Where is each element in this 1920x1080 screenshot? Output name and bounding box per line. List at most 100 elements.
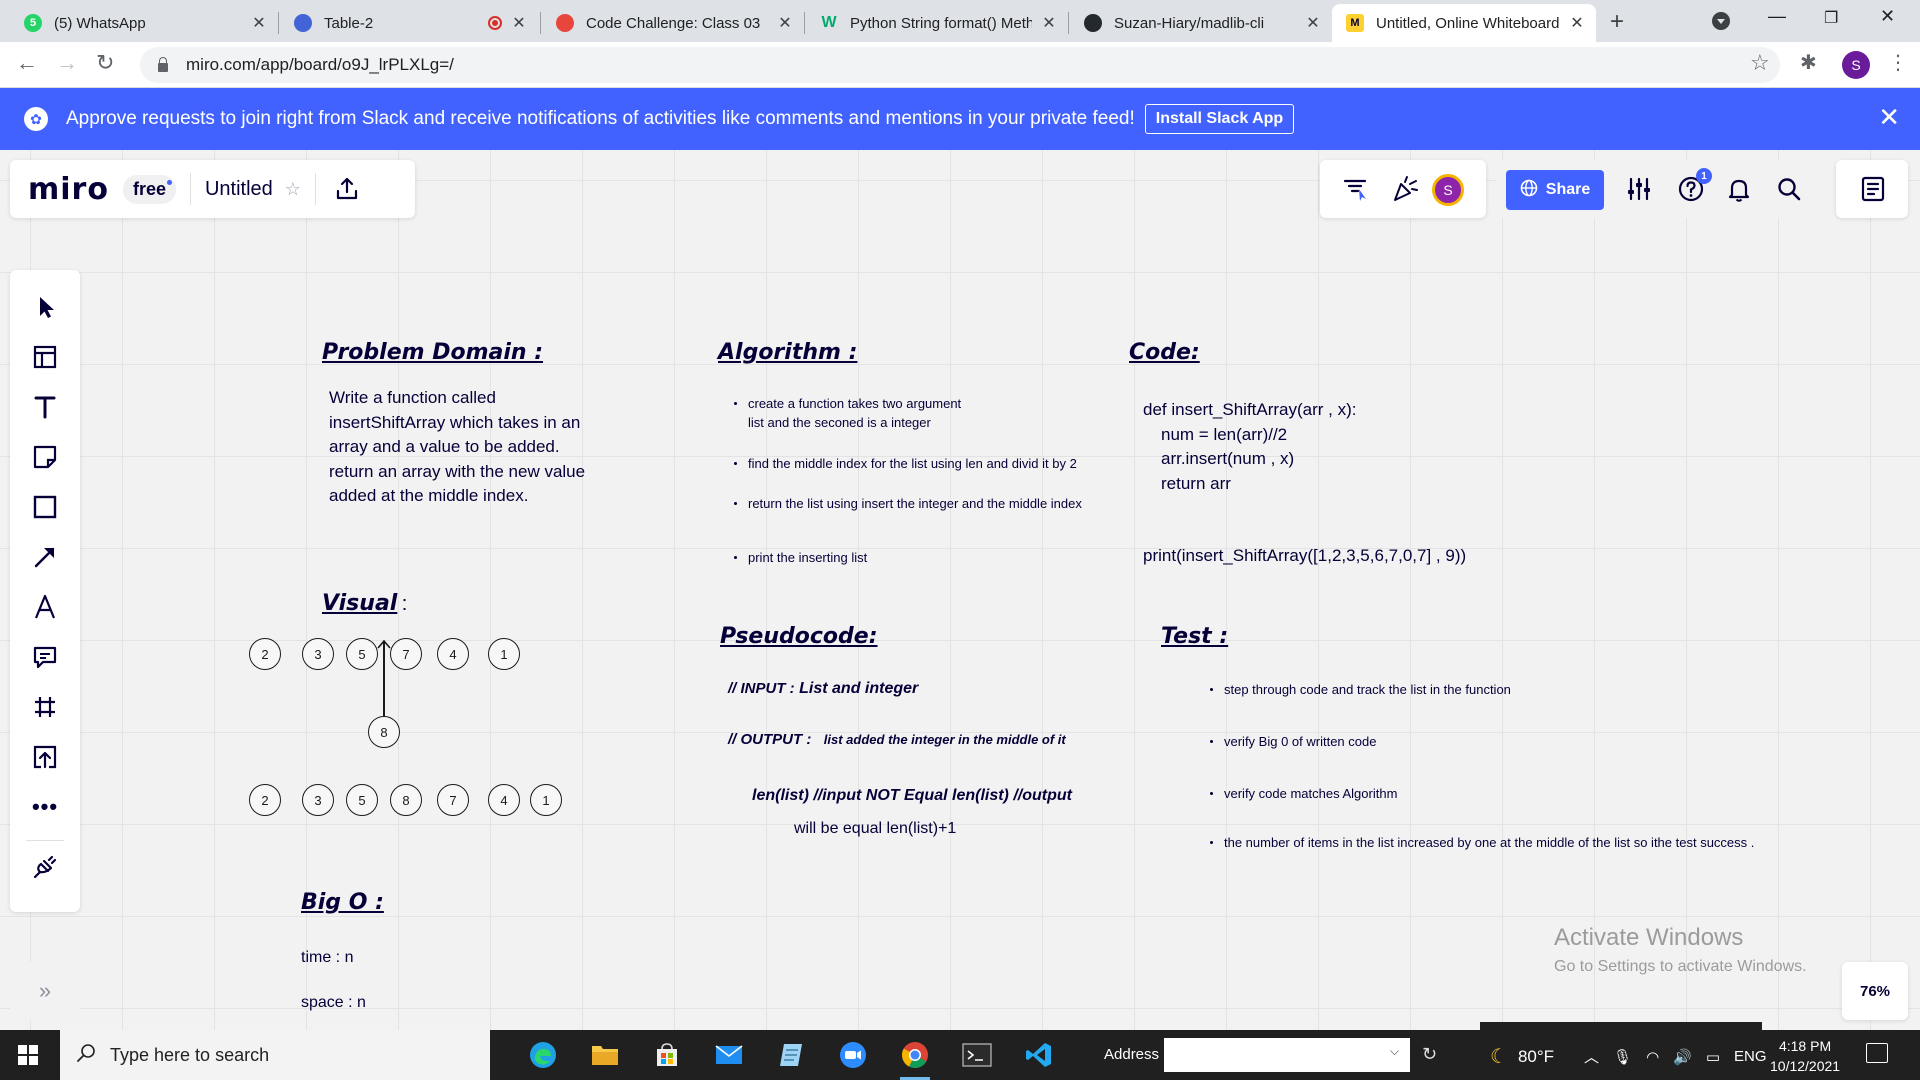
restore-icon[interactable]: ❐	[1824, 8, 1838, 28]
watermark-title: Activate Windows	[1554, 924, 1744, 951]
board-title[interactable]: Untitled	[205, 178, 273, 201]
sticky-note-icon[interactable]	[32, 444, 58, 470]
clock[interactable]: 4:18 PM 10/12/2021	[1770, 1036, 1840, 1076]
pen-tool-icon[interactable]	[32, 594, 58, 620]
comment-icon[interactable]	[32, 644, 58, 670]
chevron-up-icon[interactable]: ︿	[1584, 1046, 1599, 1067]
test-list: step through code and track the list in …	[1208, 680, 1768, 852]
tab-search-icon[interactable]	[1712, 12, 1730, 30]
close-icon[interactable]: ✕	[776, 13, 794, 33]
collaborator-avatar[interactable]: S	[1432, 174, 1464, 206]
input-value: List and integer	[799, 680, 919, 697]
install-slack-app-button[interactable]: Install Slack App	[1144, 104, 1295, 134]
close-icon[interactable]: ✕	[1878, 102, 1900, 133]
array-node: 7	[437, 784, 469, 816]
temperature: 80°F	[1517, 1046, 1555, 1066]
algorithm-list: create a function takes two argument lis…	[732, 394, 1152, 567]
help-badge: 1	[1696, 168, 1712, 184]
terminal-icon[interactable]	[960, 1038, 994, 1072]
forward-icon[interactable]: →	[56, 50, 78, 76]
windows-start-icon[interactable]	[18, 1045, 38, 1065]
vscode-icon[interactable]	[1022, 1038, 1056, 1072]
url-bar[interactable]: miro.com/app/board/o9J_lrPLXLg=/	[140, 47, 1780, 83]
big-o-heading: Big O :	[301, 890, 384, 915]
array-node: 1	[530, 784, 562, 816]
profile-avatar[interactable]: S	[1842, 51, 1870, 79]
close-icon[interactable]: ✕	[250, 13, 268, 33]
tab-table-2[interactable]: Table-2 ✕	[280, 4, 538, 42]
notes-list-icon[interactable]	[1856, 172, 1890, 206]
banner-message: Approve requests to join right from Slac…	[66, 108, 1135, 129]
zoom-icon[interactable]	[836, 1038, 870, 1072]
apps-plug-icon[interactable]	[32, 854, 58, 880]
miro-logo[interactable]: miro	[28, 172, 109, 207]
output-label: // OUTPUT :	[728, 731, 812, 748]
inserted-node: 8	[368, 716, 400, 748]
new-tab-button[interactable]: +	[1610, 8, 1624, 36]
bell-icon[interactable]	[1722, 172, 1756, 206]
share-button[interactable]: Share	[1506, 170, 1604, 210]
frame-icon[interactable]	[32, 694, 58, 720]
search-icon[interactable]	[1772, 172, 1806, 206]
mail-icon[interactable]	[712, 1038, 746, 1072]
close-icon[interactable]: ✕	[1040, 13, 1058, 33]
microphone-icon[interactable]: 🎙	[1613, 1048, 1632, 1066]
tab-miro[interactable]: M Untitled, Online Whiteboard ✕	[1332, 4, 1596, 42]
address-input[interactable]	[1164, 1038, 1410, 1072]
shape-tool-icon[interactable]	[32, 494, 58, 520]
table-favicon-icon	[294, 14, 312, 32]
refresh-icon[interactable]: ↻	[1422, 1044, 1437, 1065]
array-node: 5	[346, 784, 378, 816]
window-close-icon[interactable]: ✕	[1880, 6, 1895, 27]
weather-widget[interactable]: ☾ 80°F	[1490, 1044, 1554, 1069]
language-indicator[interactable]: ENG	[1734, 1048, 1767, 1065]
settings-sliders-icon[interactable]	[1622, 172, 1656, 206]
chrome-icon[interactable]	[898, 1038, 932, 1080]
close-icon[interactable]: ✕	[1568, 13, 1586, 33]
celebrate-icon[interactable]	[1388, 172, 1422, 206]
browser-menu-icon[interactable]: ⋮	[1888, 50, 1908, 75]
more-tools-icon[interactable]: •••	[32, 794, 58, 820]
text-tool-icon[interactable]	[32, 394, 58, 420]
chevron-down-icon[interactable]: ⌵	[1390, 1044, 1399, 1059]
zoom-level[interactable]: 76%	[1842, 962, 1908, 1020]
templates-icon[interactable]	[32, 344, 58, 370]
bookmark-star-icon[interactable]: ☆	[1750, 50, 1770, 76]
tab-title: Table-2	[324, 14, 374, 32]
array-node: 5	[346, 638, 378, 670]
board-canvas[interactable]	[0, 150, 1920, 1030]
array-node: 4	[488, 784, 520, 816]
taskbar-search-input[interactable]: Type here to search	[60, 1030, 490, 1080]
file-explorer-icon[interactable]	[588, 1038, 622, 1072]
star-icon[interactable]: ☆	[285, 179, 301, 200]
select-cursor-icon[interactable]	[32, 294, 58, 320]
battery-icon[interactable]: ▭	[1706, 1048, 1720, 1066]
tab-whatsapp[interactable]: 5 (5) WhatsApp ✕	[10, 4, 278, 42]
browser-toolbar: ← → ↻ miro.com/app/board/o9J_lrPLXLg=/ ☆…	[0, 42, 1920, 88]
export-icon[interactable]	[334, 176, 360, 202]
notification-center-icon[interactable]	[1866, 1043, 1888, 1063]
wifi-icon[interactable]: ◠	[1646, 1048, 1659, 1066]
extensions-icon[interactable]: ✱	[1800, 50, 1817, 75]
tab-code-challenge[interactable]: Code Challenge: Class 03 ✕	[542, 4, 804, 42]
minimize-icon[interactable]: —	[1768, 6, 1786, 27]
expand-panel-icon[interactable]: »	[10, 962, 80, 1020]
reload-icon[interactable]: ↻	[96, 50, 114, 76]
edge-icon[interactable]	[526, 1038, 560, 1072]
algorithm-step: return the list using insert the integer…	[732, 494, 1152, 513]
tab-github[interactable]: Suzan-Hiary/madlib-cli ✕	[1070, 4, 1332, 42]
slack-banner: ✿ Approve requests to join right from Sl…	[0, 88, 1920, 150]
back-icon[interactable]: ←	[16, 50, 38, 76]
follow-icon[interactable]	[1338, 172, 1372, 206]
close-icon[interactable]: ✕	[510, 13, 528, 33]
tab-title: Suzan-Hiary/madlib-cli	[1114, 14, 1265, 32]
close-icon[interactable]: ✕	[1304, 13, 1322, 33]
connection-line-icon[interactable]	[32, 544, 58, 570]
notepad-icon[interactable]	[774, 1038, 808, 1072]
upload-icon[interactable]	[32, 744, 58, 770]
tab-python-format[interactable]: W Python String format() Meth ✕	[806, 4, 1068, 42]
code-line: arr.insert(num , x)	[1161, 449, 1295, 468]
volume-icon[interactable]: 🔊	[1673, 1048, 1692, 1066]
store-icon[interactable]	[650, 1038, 684, 1072]
plan-badge[interactable]: free	[122, 174, 176, 204]
